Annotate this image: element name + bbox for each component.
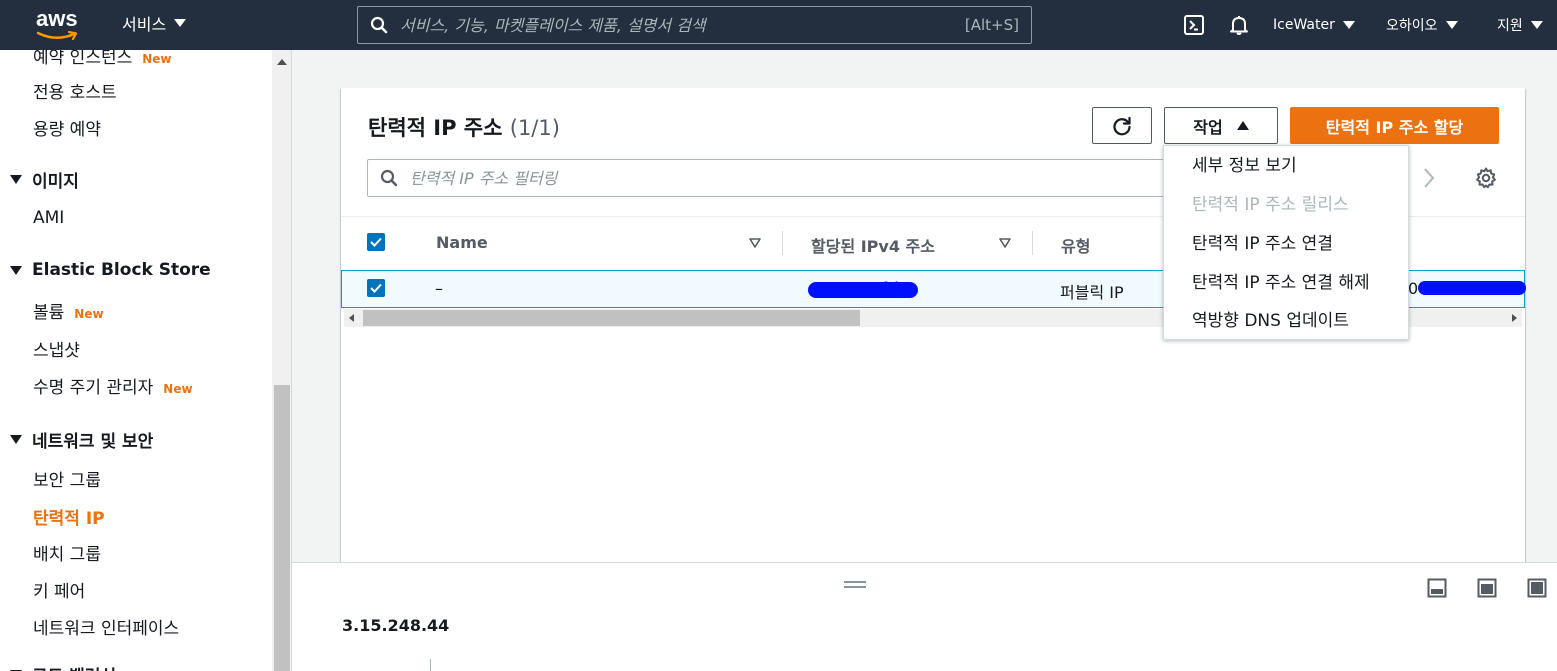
caret-down-icon bbox=[10, 265, 22, 275]
services-label: 서비스 bbox=[122, 15, 167, 34]
checkmark-icon bbox=[370, 237, 382, 247]
cell-name: – bbox=[435, 279, 443, 298]
refresh-button[interactable] bbox=[1092, 107, 1152, 144]
menu-item-associate[interactable]: 탄력적 IP 주소 연결 bbox=[1192, 229, 1333, 254]
notifications-button[interactable] bbox=[1228, 0, 1250, 50]
bell-icon bbox=[1230, 16, 1248, 35]
menu-item-release: 탄력적 IP 주소 릴리스 bbox=[1192, 195, 1349, 215]
actions-dropdown-menu: 세부 정보 보기 탄력적 IP 주소 릴리스 탄력적 IP 주소 연결 탄력적 … bbox=[1163, 145, 1409, 340]
search-icon bbox=[370, 16, 388, 34]
sidebar-scrollbar-thumb[interactable] bbox=[274, 385, 290, 671]
aws-logo-text: aws bbox=[36, 6, 78, 31]
sidebar-item-capacity-reservations[interactable]: 용량 예약 bbox=[33, 115, 101, 140]
column-divider[interactable] bbox=[1032, 231, 1033, 255]
split-full-icon[interactable] bbox=[1527, 578, 1547, 598]
sidebar-item-elastic-ip[interactable]: 탄력적 IP bbox=[33, 504, 105, 529]
sidebar-item-ami[interactable]: AMI bbox=[33, 208, 64, 228]
caret-up-icon bbox=[1236, 121, 1249, 130]
support-label: 지원 bbox=[1497, 18, 1523, 34]
sidebar-section-load-balancing[interactable]: 로드 밸런싱 bbox=[10, 662, 116, 671]
chevron-right-icon[interactable] bbox=[1419, 167, 1439, 189]
sidebar-section-ebs[interactable]: Elastic Block Store bbox=[10, 260, 211, 280]
caret-down-icon bbox=[1530, 21, 1543, 29]
sidebar-item-dedicated-hosts[interactable]: 전용 호스트 bbox=[33, 78, 117, 103]
aws-logo[interactable]: aws bbox=[36, 8, 82, 42]
divider bbox=[430, 659, 431, 671]
sidebar-item-placement-groups[interactable]: 배치 그룹 bbox=[33, 540, 101, 565]
refresh-icon bbox=[1113, 116, 1131, 135]
region-name: 오하이오 bbox=[1386, 18, 1438, 34]
sidebar-section-images[interactable]: 이미지 bbox=[10, 167, 79, 192]
sidebar: 예약 인스턴스 New 전용 호스트 용량 예약 이미지 AMI Elastic … bbox=[0, 50, 292, 671]
filter-bar[interactable] bbox=[367, 159, 1167, 197]
column-divider[interactable] bbox=[782, 231, 783, 255]
actions-label: 작업 bbox=[1193, 117, 1223, 137]
sidebar-section-network-security[interactable]: 네트워크 및 보안 bbox=[10, 427, 153, 452]
selection-count: (1/1) bbox=[509, 116, 560, 140]
sidebar-scrollbar[interactable] bbox=[272, 50, 291, 671]
sidebar-item-lifecycle-manager[interactable]: 수명 주기 관리자 New bbox=[33, 373, 193, 398]
account-name: IceWater bbox=[1273, 17, 1335, 33]
caret-down-icon bbox=[10, 175, 22, 184]
menu-item-update-reverse-dns[interactable]: 역방향 DNS 업데이트 bbox=[1192, 306, 1349, 331]
region-menu[interactable]: 오하이오 bbox=[1386, 0, 1458, 50]
sidebar-item-network-interfaces[interactable]: 네트워크 인터페이스 bbox=[33, 614, 179, 639]
new-badge: New bbox=[163, 382, 193, 396]
column-header-ipv4[interactable]: 할당된 IPv4 주소 bbox=[811, 233, 935, 257]
redaction-mark bbox=[1418, 281, 1526, 295]
scroll-right-arrow-icon[interactable] bbox=[1512, 314, 1517, 322]
search-shortcut-hint: [Alt+S] bbox=[964, 16, 1019, 34]
caret-down-icon bbox=[1445, 21, 1458, 29]
row-checkbox[interactable] bbox=[367, 279, 385, 297]
sidebar-item-security-groups[interactable]: 보안 그룹 bbox=[33, 466, 101, 491]
aws-smile-icon bbox=[36, 31, 78, 41]
menu-item-view-details[interactable]: 세부 정보 보기 bbox=[1192, 151, 1297, 176]
column-header-name[interactable]: Name bbox=[436, 233, 488, 252]
top-navigation: aws 서비스 [Alt+S] IceWater bbox=[0, 0, 1557, 50]
cell-partial-right: 0 bbox=[1408, 279, 1419, 298]
resize-handle[interactable] bbox=[844, 581, 866, 589]
scroll-up-arrow-icon[interactable] bbox=[277, 59, 287, 65]
sidebar-item-snapshots[interactable]: 스냅샷 bbox=[33, 336, 80, 361]
search-icon bbox=[380, 169, 398, 187]
checkmark-icon bbox=[370, 283, 382, 293]
sort-caret-icon[interactable] bbox=[999, 238, 1011, 248]
page-title: 탄력적 IP 주소 (1/1) bbox=[368, 116, 560, 140]
actions-dropdown-button[interactable]: 작업 bbox=[1164, 107, 1278, 144]
cell-type: 퍼블릭 IP bbox=[1060, 283, 1124, 302]
column-header-type[interactable]: 유형 bbox=[1061, 233, 1090, 257]
allocate-elastic-ip-button[interactable]: 탄력적 IP 주소 할당 bbox=[1290, 107, 1499, 144]
sidebar-item-key-pairs[interactable]: 키 페어 bbox=[33, 577, 85, 602]
split-panel: 3.15.248.44 bbox=[292, 562, 1557, 671]
services-menu-button[interactable]: 서비스 bbox=[122, 11, 187, 35]
split-bottom-icon[interactable] bbox=[1427, 578, 1447, 598]
caret-down-icon bbox=[10, 435, 22, 444]
account-menu[interactable]: IceWater bbox=[1273, 0, 1355, 50]
new-badge: New bbox=[74, 307, 104, 321]
sidebar-item-reserved-instances[interactable]: 예약 인스턴스 New bbox=[33, 50, 172, 68]
split-panel-title: 3.15.248.44 bbox=[342, 616, 450, 635]
filter-input[interactable] bbox=[398, 168, 1166, 188]
table-scrollbar-thumb[interactable] bbox=[363, 310, 860, 326]
scroll-left-arrow-icon[interactable] bbox=[349, 314, 354, 322]
cloudshell-icon bbox=[1184, 15, 1204, 35]
select-all-checkbox[interactable] bbox=[367, 233, 385, 251]
global-search-bar[interactable]: [Alt+S] bbox=[357, 6, 1032, 44]
gear-icon[interactable] bbox=[1474, 166, 1498, 190]
menu-item-disassociate[interactable]: 탄력적 IP 주소 연결 해제 bbox=[1192, 268, 1370, 293]
new-badge: New bbox=[142, 52, 172, 66]
global-search-input[interactable] bbox=[388, 15, 965, 35]
caret-down-icon bbox=[1342, 21, 1355, 29]
sort-caret-icon[interactable] bbox=[749, 238, 761, 248]
cloudshell-button[interactable] bbox=[1183, 0, 1205, 50]
redaction-mark bbox=[808, 282, 918, 298]
caret-down-icon bbox=[174, 19, 187, 27]
split-half-icon[interactable] bbox=[1477, 578, 1497, 598]
support-menu[interactable]: 지원 bbox=[1497, 0, 1543, 50]
sidebar-item-volumes[interactable]: 볼륨 New bbox=[33, 298, 104, 323]
